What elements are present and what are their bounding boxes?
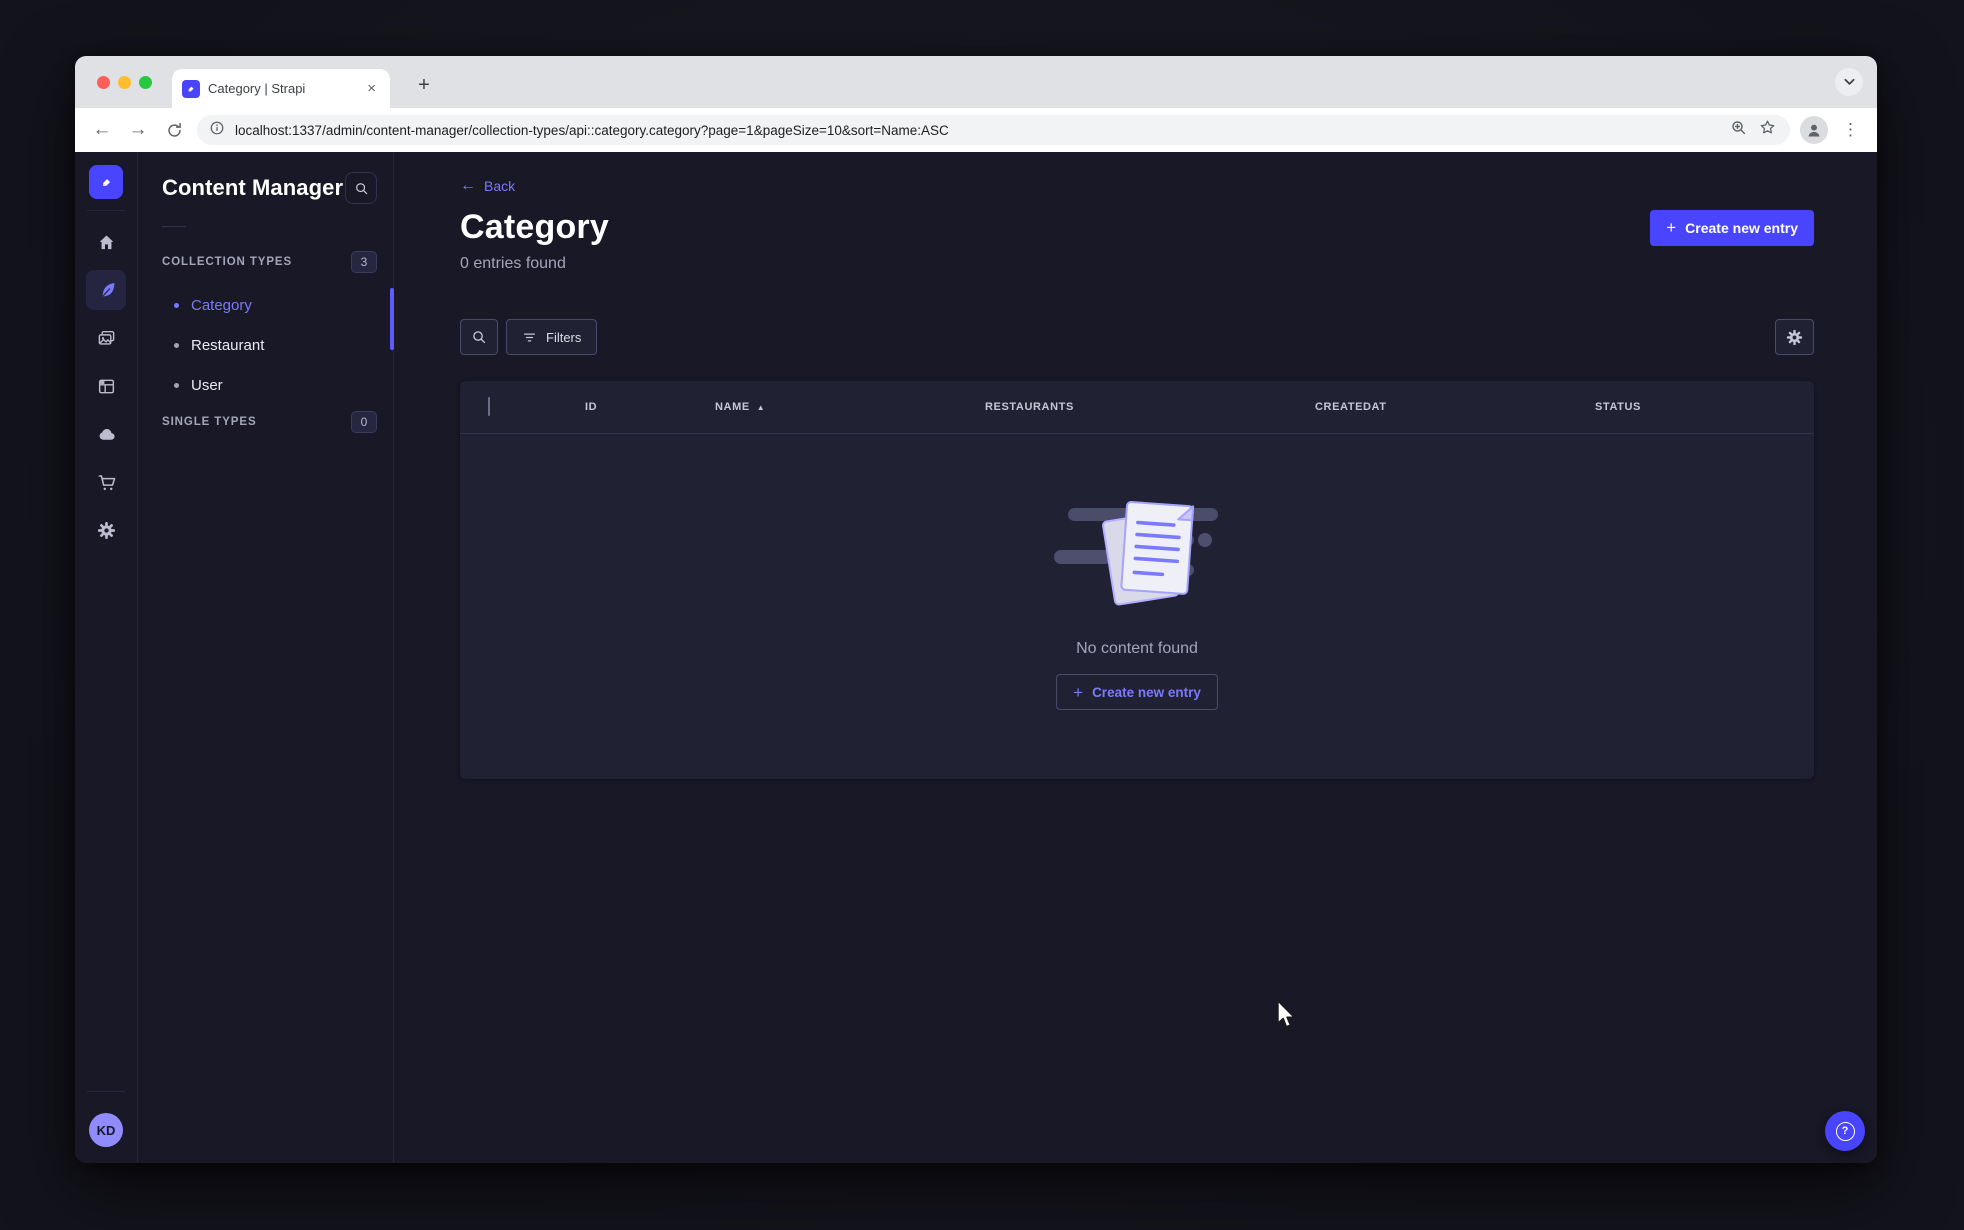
single-types-count-badge: 0 [351, 411, 377, 433]
minimize-window-button[interactable] [118, 76, 131, 89]
collection-types-list: Category Restaurant User [162, 285, 393, 405]
bullet-icon [174, 342, 179, 348]
create-button-label: Create new entry [1685, 219, 1798, 236]
column-header-id[interactable]: ID [585, 401, 715, 413]
sidebar-item-restaurant[interactable]: Restaurant [162, 325, 393, 365]
nav-content-manager-icon[interactable] [86, 270, 126, 310]
section-label-collection-types: Collection Types [162, 256, 293, 268]
help-button[interactable]: ? [1825, 1111, 1865, 1151]
bookmark-star-icon[interactable] [1759, 119, 1776, 141]
section-label-single-types: Single Types [162, 416, 257, 428]
column-header-createdat[interactable]: CREATEDAT [1315, 401, 1595, 413]
site-info-icon[interactable] [209, 120, 225, 141]
sidebar-search-button[interactable] [345, 172, 377, 204]
collection-types-count-badge: 3 [351, 251, 377, 273]
column-header-name[interactable]: NAME ▲ [715, 401, 985, 413]
sidebar-item-label: Restaurant [191, 336, 265, 354]
filters-button[interactable]: Filters [506, 319, 598, 355]
filter-icon [523, 332, 536, 342]
question-mark-icon: ? [1835, 1121, 1855, 1141]
tab-title: Category | Strapi [208, 81, 306, 96]
column-header-restaurants[interactable]: RESTAURANTS [985, 401, 1315, 413]
page-title: Category [460, 208, 609, 246]
sort-ascending-icon[interactable]: ▲ [757, 403, 766, 412]
nav-settings-icon[interactable] [86, 510, 126, 550]
url-text[interactable]: localhost:1337/admin/content-manager/col… [235, 123, 1720, 138]
browser-menu-icon[interactable]: ⋮ [1838, 120, 1863, 140]
sidebar-item-category[interactable]: Category [162, 285, 393, 325]
strapi-logo-icon[interactable] [89, 165, 123, 199]
strapi-favicon-icon [182, 79, 200, 98]
sidebar-item-label: Category [191, 296, 252, 314]
new-tab-button[interactable]: + [409, 70, 439, 100]
content-manager-sidebar: Content Manager Collection Types 3 Categ… [138, 152, 394, 1163]
view-settings-button[interactable] [1775, 319, 1814, 355]
desktop: Category | Strapi × + ← → localhost:1337… [0, 0, 1964, 1230]
back-label: Back [484, 178, 516, 194]
no-content-illustration-icon [1054, 501, 1218, 606]
entries-table: ID NAME ▲ RESTAURANTS CREATEDAT STATUS N… [460, 381, 1814, 779]
empty-create-button-label: Create new entry [1092, 684, 1201, 700]
empty-state: No content found + Create new entry [460, 434, 1814, 779]
bullet-icon [174, 302, 179, 308]
empty-create-new-entry-button[interactable]: + Create new entry [1056, 674, 1218, 710]
main-content: ← Back Category + Create new entry 0 ent… [394, 152, 1877, 1163]
search-entries-button[interactable] [460, 319, 498, 355]
nav-home-icon[interactable] [86, 222, 126, 262]
filters-button-label: Filters [546, 329, 582, 345]
browser-tab[interactable]: Category | Strapi × [172, 69, 390, 108]
url-bar[interactable]: localhost:1337/admin/content-manager/col… [197, 115, 1790, 145]
create-new-entry-button[interactable]: + Create new entry [1650, 209, 1814, 246]
close-window-button[interactable] [97, 76, 110, 89]
entries-count-text: 0 entries found [460, 255, 566, 272]
rail-divider-bottom [87, 1091, 125, 1092]
browser-back-icon[interactable]: ← [89, 117, 115, 143]
sidebar-item-user[interactable]: User [162, 365, 393, 405]
strapi-app: KD Content Manager Collection Types 3 [75, 152, 1877, 1163]
bullet-icon [174, 382, 179, 388]
main-nav-rail: KD [75, 152, 138, 1163]
back-link[interactable]: ← Back [460, 177, 516, 195]
zoom-window-button[interactable] [139, 76, 152, 89]
tab-close-icon[interactable]: × [363, 79, 380, 98]
traffic-lights [97, 76, 152, 89]
select-all-checkbox[interactable] [488, 397, 490, 416]
sidebar-item-label: User [191, 376, 223, 394]
sidebar-divider [162, 226, 186, 227]
browser-profile-icon[interactable] [1800, 116, 1828, 144]
mouse-cursor [1277, 1000, 1295, 1028]
nav-cloud-icon[interactable] [86, 414, 126, 454]
nav-media-library-icon[interactable] [86, 318, 126, 358]
browser-window: Category | Strapi × + ← → localhost:1337… [75, 56, 1877, 1163]
table-header-row: ID NAME ▲ RESTAURANTS CREATEDAT STATUS [460, 381, 1814, 433]
empty-state-message: No content found [1076, 640, 1198, 657]
browser-toolbar: ← → localhost:1337/admin/content-manager… [75, 108, 1877, 152]
browser-forward-icon[interactable]: → [125, 117, 151, 143]
tab-search-chevron-icon[interactable] [1835, 68, 1863, 96]
plus-icon: + [1666, 218, 1677, 237]
sidebar-title: Content Manager [162, 175, 344, 200]
rail-divider [87, 210, 125, 211]
plus-icon: + [1073, 682, 1084, 702]
browser-reload-icon[interactable] [161, 117, 187, 143]
back-arrow-icon: ← [460, 177, 476, 194]
browser-tab-strip: Category | Strapi × + [75, 56, 1877, 108]
column-header-status[interactable]: STATUS [1595, 401, 1786, 413]
omnibox-actions [1730, 119, 1784, 141]
nav-marketplace-icon[interactable] [86, 462, 126, 502]
nav-content-type-builder-icon[interactable] [86, 366, 126, 406]
user-avatar[interactable]: KD [89, 1113, 123, 1147]
zoom-icon[interactable] [1730, 119, 1747, 141]
